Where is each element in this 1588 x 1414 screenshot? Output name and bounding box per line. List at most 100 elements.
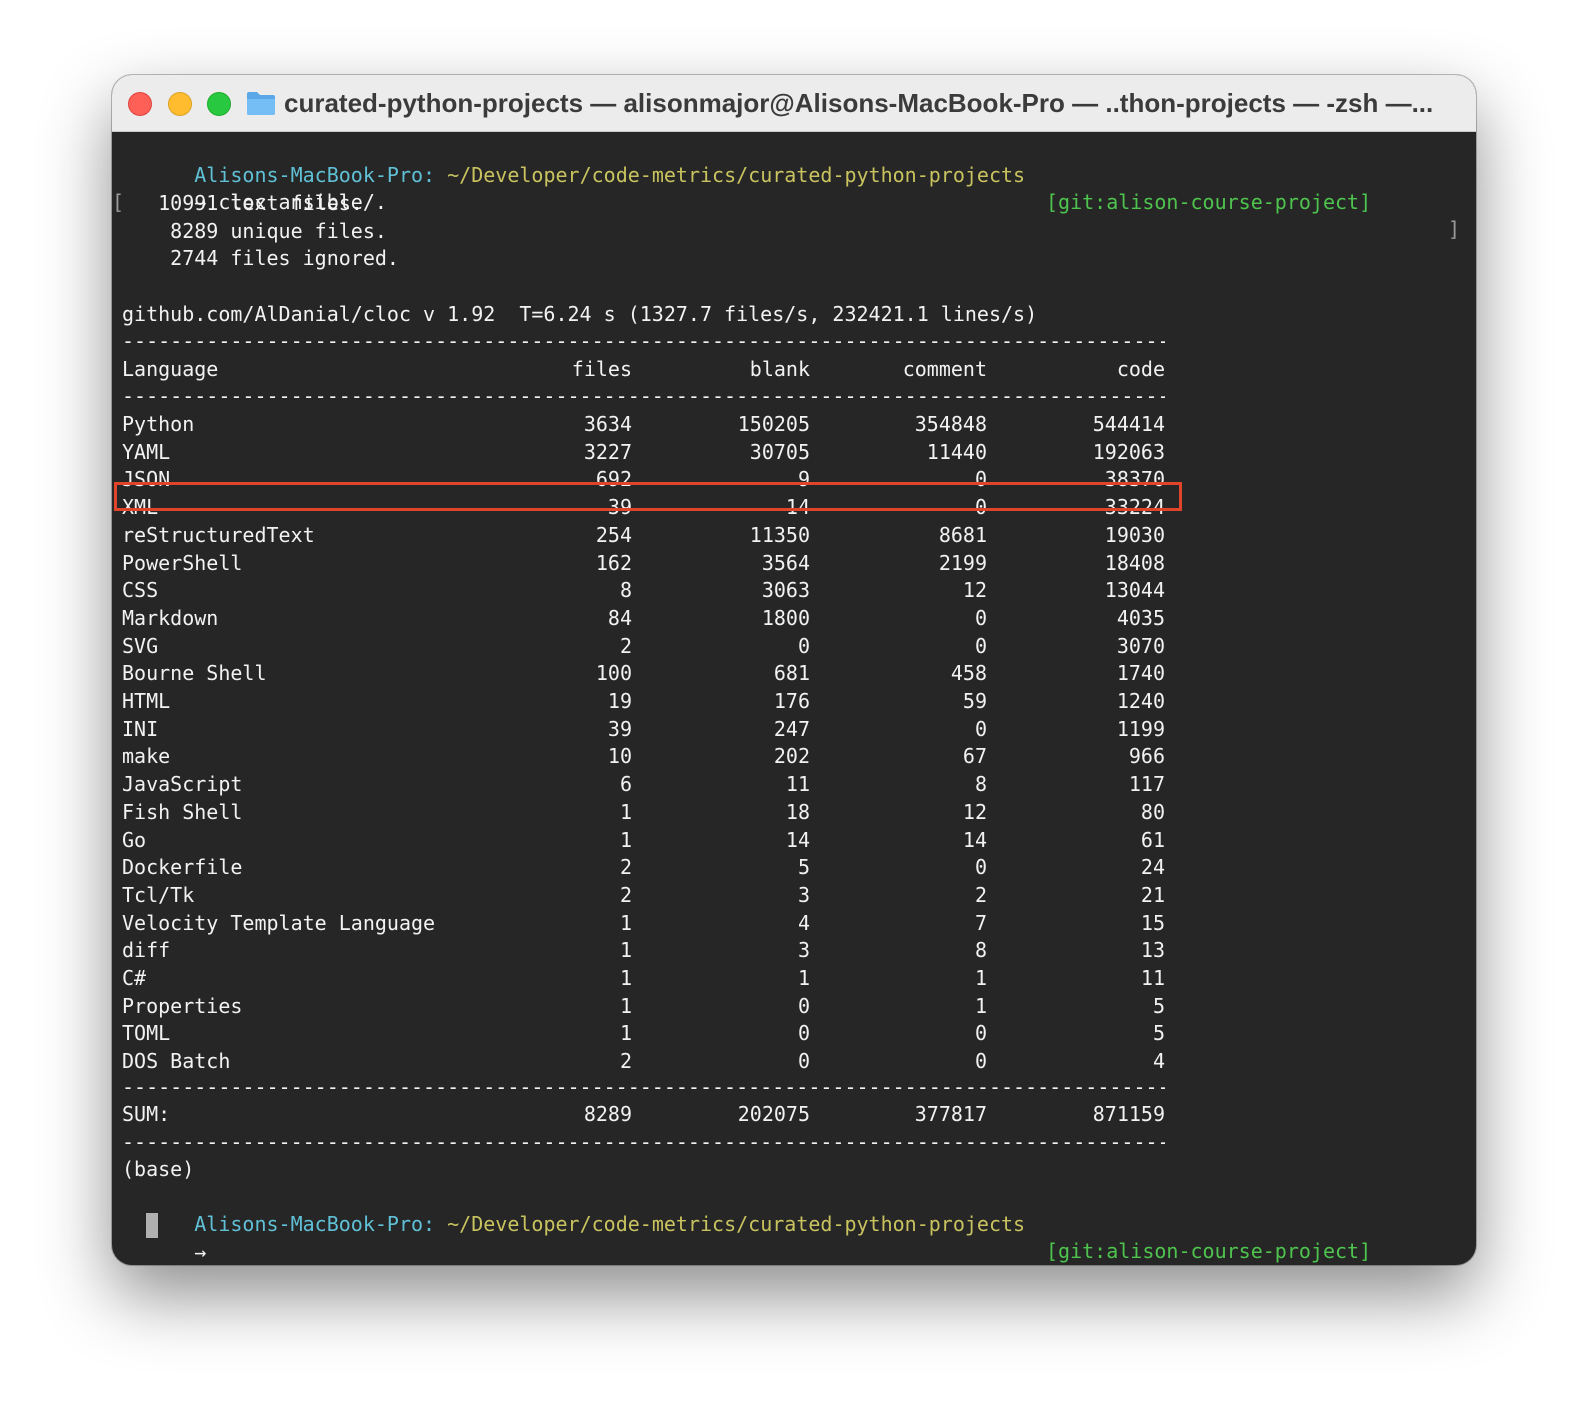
row-blank: 5 — [797, 855, 810, 879]
row-comment: 458 — [950, 661, 987, 685]
row-language: diff — [122, 938, 171, 962]
text-cursor — [146, 1213, 158, 1238]
table-sum-row: SUM: 8289 202075 377817 871159 — [122, 1101, 1165, 1128]
close-icon[interactable] — [128, 92, 152, 116]
table-row: Properties 1 0 1 5 — [122, 993, 1165, 1020]
row-code: 5 — [1152, 1021, 1165, 1045]
conda-env-label: (base) — [122, 1157, 195, 1181]
row-code: 3070 — [1116, 634, 1165, 658]
table-row: HTML 19 176 59 1240 — [122, 688, 1165, 715]
row-blank: 150205 — [737, 412, 810, 436]
row-blank: 4 — [797, 911, 810, 935]
row-files: 2 — [619, 634, 632, 658]
row-language: YAML — [122, 440, 171, 464]
row-code: 24 — [1140, 855, 1165, 879]
prompt-host: Alisons-MacBook-Pro: — [194, 1212, 436, 1236]
row-comment: 8681 — [938, 523, 987, 547]
table-divider: ----------------------------------------… — [122, 1075, 1165, 1099]
table-row: diff 1 3 8 13 — [122, 937, 1165, 964]
sum-code: 871159 — [1092, 1102, 1165, 1126]
terminal-content[interactable]: Alisons-MacBook-Pro: ~/Developer/code-me… — [112, 135, 1462, 1264]
row-comment: 0 — [974, 606, 987, 630]
row-blank: 3 — [797, 938, 810, 962]
output-files-ignored: 2744 files ignored. — [122, 246, 399, 270]
folder-icon — [247, 92, 275, 115]
row-blank: 0 — [797, 994, 810, 1018]
row-files: 8 — [619, 578, 632, 602]
sum-label: SUM: — [122, 1102, 171, 1126]
row-files: 1 — [619, 994, 632, 1018]
row-comment: 7 — [974, 911, 987, 935]
row-language: Properties — [122, 994, 243, 1018]
row-code: 13044 — [1104, 578, 1165, 602]
table-row: DOS Batch 2 0 0 4 — [122, 1048, 1165, 1075]
row-files: 10 — [607, 744, 632, 768]
row-files: 6 — [619, 772, 632, 796]
row-blank: 14 — [785, 828, 810, 852]
row-comment: 0 — [974, 1049, 987, 1073]
row-files: 162 — [595, 551, 632, 575]
row-files: 1 — [619, 828, 632, 852]
table-header-row: Language files blank comment code — [122, 356, 1165, 383]
row-language: make — [122, 744, 171, 768]
output-version-line: github.com/AlDanial/cloc v 1.92 T=6.24 s… — [122, 302, 1038, 326]
row-blank: 247 — [773, 717, 810, 741]
table-row: reStructuredText 254 11350 8681 19030 — [122, 522, 1165, 549]
header-files: files — [571, 357, 632, 381]
row-code: 1740 — [1116, 661, 1165, 685]
table-row: SVG 2 0 0 3070 — [122, 633, 1165, 660]
sum-comment: 377817 — [914, 1102, 987, 1126]
minimize-icon[interactable] — [168, 92, 192, 116]
table-row: Python 3634 150205 354848 544414 — [122, 411, 1165, 438]
row-code: 13 — [1140, 938, 1165, 962]
prompt-line: Alisons-MacBook-Pro: ~/Developer/code-me… — [122, 1184, 1462, 1263]
table-row: make 10 202 67 966 — [122, 743, 1165, 770]
table-row: JavaScript 6 11 8 117 — [122, 771, 1165, 798]
terminal-window: curated-python-projects — alisonmajor@Al… — [112, 75, 1476, 1265]
row-comment: 2 — [974, 883, 987, 907]
row-comment: 2199 — [938, 551, 987, 575]
row-language: PowerShell — [122, 551, 243, 575]
python-row-highlight — [114, 482, 1182, 511]
row-comment: 8 — [974, 938, 987, 962]
table-row: Fish Shell 1 18 12 80 — [122, 799, 1165, 826]
prompt-arrow: → — [194, 1240, 207, 1264]
zoom-icon[interactable] — [207, 92, 231, 116]
row-blank: 3063 — [761, 578, 810, 602]
row-comment: 0 — [974, 634, 987, 658]
row-files: 19 — [607, 689, 632, 713]
row-files: 254 — [595, 523, 632, 547]
table-divider: ----------------------------------------… — [122, 329, 1165, 353]
row-blank: 30705 — [749, 440, 810, 464]
row-code: 1199 — [1116, 717, 1165, 741]
header-blank: blank — [749, 357, 810, 381]
row-code: 5 — [1152, 994, 1165, 1018]
row-language: SVG — [122, 634, 159, 658]
window-title: curated-python-projects — alisonmajor@Al… — [284, 88, 1434, 118]
row-blank: 202 — [773, 744, 810, 768]
prompt-git-branch: [git:alison-course-project] — [1046, 1239, 1372, 1263]
row-code: 80 — [1140, 800, 1165, 824]
row-language: TOML — [122, 1021, 171, 1045]
row-blank: 3 — [797, 883, 810, 907]
row-code: 11 — [1140, 966, 1165, 990]
title-bar[interactable]: curated-python-projects — alisonmajor@Al… — [112, 75, 1476, 132]
row-code: 1240 — [1116, 689, 1165, 713]
header-comment: comment — [902, 357, 987, 381]
row-language: CSS — [122, 578, 159, 602]
row-language: Go — [122, 828, 147, 852]
row-blank: 1800 — [761, 606, 810, 630]
command-right-bracket: ] — [1448, 217, 1461, 241]
input-line[interactable]: → — [122, 1212, 206, 1264]
row-language: INI — [122, 717, 159, 741]
table-row: Go 1 14 14 61 — [122, 827, 1165, 854]
row-language: Bourne Shell — [122, 661, 267, 685]
row-files: 3634 — [583, 412, 632, 436]
table-row: INI 39 247 0 1199 — [122, 716, 1165, 743]
prompt-git-branch: [git:alison-course-project] — [1046, 190, 1372, 214]
row-code: 117 — [1128, 772, 1165, 796]
row-blank: 18 — [785, 800, 810, 824]
table-row: Markdown 84 1800 0 4035 — [122, 605, 1165, 632]
row-language: Velocity Template Language — [122, 911, 436, 935]
sum-files: 8289 — [583, 1102, 632, 1126]
